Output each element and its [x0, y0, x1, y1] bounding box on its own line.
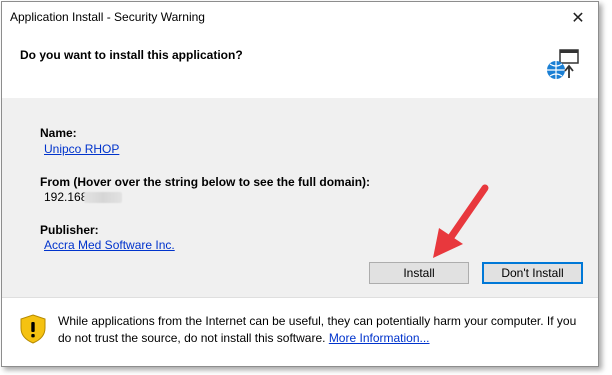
warning-message: While applications from the Internet can… [58, 314, 577, 345]
more-information-link[interactable]: More Information... [329, 331, 430, 345]
window-title: Application Install - Security Warning [10, 10, 205, 24]
install-button-label: Install [403, 266, 435, 280]
close-icon: ✕ [571, 9, 585, 27]
title-bar: Application Install - Security Warning ✕ [2, 2, 598, 33]
dialog-header: Do you want to install this application? [2, 33, 598, 98]
dont-install-button-label: Don't Install [501, 266, 564, 280]
close-button[interactable]: ✕ [558, 2, 598, 33]
application-install-icon [547, 49, 579, 79]
details-panel: Name: Unipco RHOP From (Hover over the s… [2, 98, 598, 297]
from-label: From (Hover over the string below to see… [40, 175, 371, 189]
name-label: Name: [40, 126, 77, 140]
warning-text: While applications from the Internet can… [58, 313, 578, 347]
app-name-link[interactable]: Unipco RHOP [44, 142, 119, 156]
annotation-arrow-icon [433, 184, 489, 258]
security-warning-dialog: Application Install - Security Warning ✕… [1, 1, 599, 367]
dont-install-button[interactable]: Don't Install [482, 262, 583, 284]
warning-footer: While applications from the Internet can… [2, 298, 598, 366]
publisher-label: Publisher: [40, 223, 99, 237]
redacted-domain [84, 192, 122, 203]
publisher-link[interactable]: Accra Med Software Inc. [44, 238, 175, 252]
install-button[interactable]: Install [369, 262, 469, 284]
install-question: Do you want to install this application? [20, 48, 243, 62]
warning-shield-icon [20, 314, 46, 344]
